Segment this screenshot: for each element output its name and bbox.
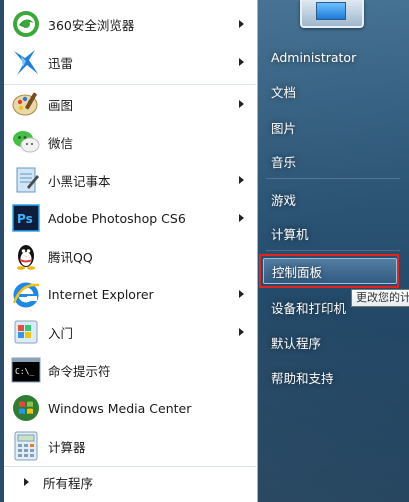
right-item-default-programs[interactable]: 默认程序 [263,329,403,355]
submenu-arrow-icon [239,290,244,298]
all-programs-label: 所有程序 [43,475,94,491]
windows-media-center-icon [10,392,42,424]
wechat-icon [10,126,42,158]
program-label: 入门 [48,325,74,341]
program-wechat[interactable]: 微信 [4,124,256,160]
program-label: Internet Explorer [48,286,154,302]
right-item-label: 计算机 [271,226,309,242]
user-picture[interactable] [300,0,364,28]
right-panel [257,0,409,502]
program-qq[interactable]: 腾讯QQ [4,238,256,274]
separator [266,178,400,179]
program-label: Adobe Photoshop CS6 [48,210,186,226]
program-notepad[interactable]: 小黑记事本 [4,162,256,198]
submenu-arrow-icon [239,58,244,66]
glass-background [257,0,409,502]
command-prompt-icon: C:\_ [10,354,42,386]
submenu-arrow-icon [239,176,244,184]
svg-text:C:\_: C:\_ [15,367,34,376]
program-calculator[interactable]: 计算器 [4,428,256,464]
right-item-help-support[interactable]: 帮助和支持 [263,364,403,390]
paint-icon [10,88,42,120]
right-item-games[interactable]: 游戏 [263,186,403,212]
right-item-computer[interactable]: 计算机 [263,220,403,246]
program-internet-explorer[interactable]: Internet Explorer [4,276,256,312]
browser-360-icon [10,8,42,40]
calculator-icon [10,430,42,462]
right-item-documents[interactable]: 文档 [263,78,403,104]
right-item-label: 默认程序 [271,335,322,351]
right-item-label: 音乐 [271,154,297,170]
program-getting-started[interactable]: 入门 [4,314,256,350]
program-label: 计算器 [48,439,86,455]
right-item-pictures[interactable]: 图片 [263,114,403,140]
program-360-browser[interactable]: 360安全浏览器 [4,6,256,42]
submenu-arrow-icon [239,100,244,108]
program-command-prompt[interactable]: C:\_ 命令提示符 [4,352,256,388]
right-item-label: 图片 [271,120,297,136]
all-programs-arrow-icon [24,478,29,486]
highlight-frame [259,254,399,288]
program-label: 360安全浏览器 [48,17,135,33]
xunlei-icon [10,46,42,78]
right-item-label: 文档 [271,84,297,100]
divider [4,84,256,85]
program-label: 画图 [48,97,74,113]
program-label: 微信 [48,135,74,151]
program-windows-media-center[interactable]: Windows Media Center [4,390,256,426]
program-paint[interactable]: 画图 [4,86,256,122]
right-item-label: 帮助和支持 [271,370,334,386]
internet-explorer-icon [10,278,42,310]
control-panel-tooltip: 更改您的计 [351,289,409,307]
qq-penguin-icon [10,240,42,272]
program-photoshop[interactable]: Ps Adobe Photoshop CS6 [4,200,256,236]
right-item-label: Administrator [271,49,357,65]
program-label: 腾讯QQ [48,249,93,265]
notepad-icon [10,164,42,196]
program-label: 小黑记事本 [48,173,111,189]
submenu-arrow-icon [239,20,244,28]
right-item-label: 游戏 [271,192,297,208]
submenu-arrow-icon [239,328,244,336]
separator [266,250,400,251]
right-item-label: 设备和打印机 [271,300,347,316]
photoshop-icon: Ps [10,202,42,234]
program-label: Windows Media Center [48,400,192,416]
program-xunlei[interactable]: 迅雷 [4,44,256,80]
submenu-arrow-icon [239,214,244,222]
program-label: 命令提示符 [48,363,111,379]
right-item-music[interactable]: 音乐 [263,148,403,174]
getting-started-icon [10,316,42,348]
right-item-user[interactable]: Administrator [263,44,403,70]
all-programs-button[interactable]: 所有程序 [4,468,256,496]
program-label: 迅雷 [48,55,74,71]
divider [4,466,256,467]
svg-text:Ps: Ps [17,212,33,226]
user-picture-screen [316,2,346,20]
